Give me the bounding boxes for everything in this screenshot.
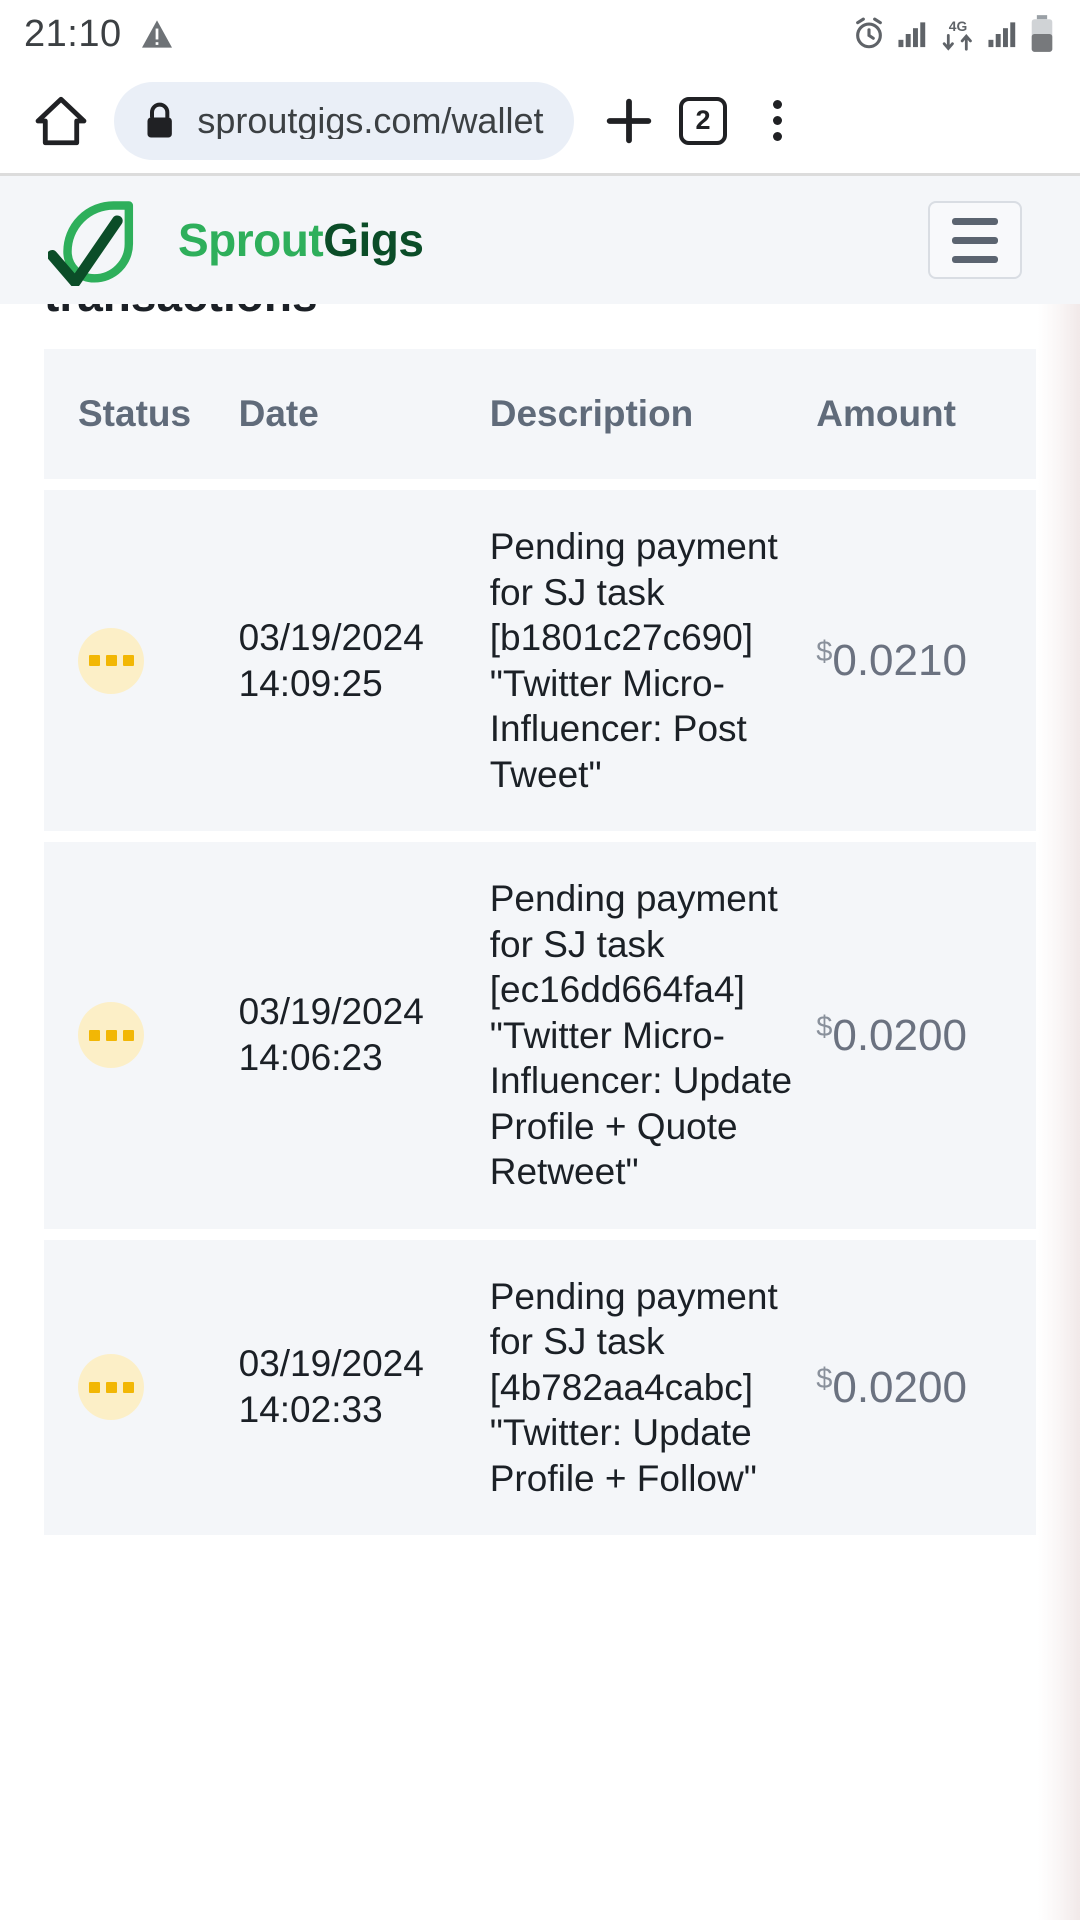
row-date-text: 03/19/2024 14:06:23 — [238, 991, 424, 1079]
site-brand[interactable]: SproutGigs — [48, 194, 424, 286]
4g-data-icon: 4G — [942, 18, 972, 51]
sproutgigs-leaf-check-icon — [48, 201, 134, 286]
row-description-cell: Pending payment for SJ task [b1801c27c69… — [489, 490, 817, 831]
row-amount-text: $0.0200 — [816, 1362, 1036, 1412]
amount-value: 0.0200 — [832, 1010, 967, 1060]
signal-bars-2-icon — [988, 22, 1016, 48]
currency-symbol: $ — [816, 636, 833, 668]
currency-symbol: $ — [816, 1010, 833, 1043]
row-amount-cell: $0.0200 — [816, 842, 1036, 1229]
transactions-heading: transactions — [0, 304, 1080, 338]
row-amount-text: $0.0210 — [816, 638, 1036, 683]
brand-gigs-text: Gigs — [323, 214, 424, 266]
column-header-status[interactable]: Status — [44, 349, 239, 479]
row-description-text: Pending payment for SJ task [b1801c27c69… — [489, 526, 778, 795]
status-bar-right: 4G — [852, 15, 1054, 53]
brand-wordmark: SproutGigs — [178, 214, 424, 266]
row-date-cell: 03/19/2024 14:06:23 — [238, 842, 490, 1229]
row-description-cell: Pending payment for SJ task [ec16dd664fa… — [489, 842, 817, 1229]
android-status-bar: 21:10 4G — [0, 0, 1080, 68]
pending-dots-icon — [78, 1002, 144, 1069]
column-header-amount[interactable]: Amount — [816, 349, 1036, 479]
webpage-viewport: SproutGigs transactions Status Date Desc… — [0, 176, 1080, 1920]
table-body: 03/19/2024 14:09:25 Pending payment for … — [44, 490, 1036, 1535]
mobile-menu-button[interactable] — [928, 201, 1022, 279]
hamburger-icon-bar-3 — [952, 255, 998, 263]
row-status-cell — [44, 490, 239, 831]
pending-dots-icon — [78, 627, 144, 694]
url-text: sproutgigs.com/wallet.p — [197, 102, 544, 139]
svg-text:4G: 4G — [949, 18, 967, 34]
brand-sprout-text: Sprout — [178, 214, 324, 266]
row-status-cell — [44, 842, 239, 1229]
tab-switcher-button[interactable]: 2 — [666, 84, 740, 158]
plus-icon — [606, 98, 652, 143]
table-head: Status Date Description Amount — [44, 349, 1036, 479]
pending-dots-icon — [78, 1354, 144, 1421]
row-description-text: Pending payment for SJ task [ec16dd664fa… — [489, 878, 793, 1192]
overflow-menu-icon — [772, 100, 782, 141]
status-clock: 21:10 — [24, 13, 122, 55]
home-icon — [35, 96, 87, 145]
row-description-text: Pending payment for SJ task [4b782aa4cab… — [489, 1275, 778, 1499]
transactions-table: Status Date Description Amount 03/19/202… — [44, 338, 1036, 1546]
status-bar-left: 21:10 — [24, 15, 174, 53]
hamburger-icon-bar-1 — [952, 217, 998, 225]
new-tab-button[interactable] — [592, 84, 666, 158]
column-header-date[interactable]: Date — [238, 349, 490, 479]
site-header: SproutGigs — [0, 176, 1080, 304]
amount-value: 0.0210 — [832, 636, 967, 685]
amount-value: 0.0200 — [832, 1362, 967, 1412]
browser-menu-button[interactable] — [740, 84, 814, 158]
transactions-heading-text: transactions — [44, 304, 318, 322]
row-status-cell — [44, 1239, 239, 1535]
row-amount-text: $0.0200 — [816, 1010, 1036, 1060]
tab-count-badge: 2 — [679, 96, 727, 145]
row-amount-cell: $0.0210 — [816, 490, 1036, 831]
transactions-table-container: Status Date Description Amount 03/19/202… — [0, 338, 1080, 1546]
warning-triangle-icon — [141, 20, 172, 48]
table-header-row: Status Date Description Amount — [44, 349, 1036, 479]
row-description-cell: Pending payment for SJ task [4b782aa4cab… — [489, 1239, 817, 1535]
battery-icon — [1031, 15, 1053, 52]
signal-bars-icon — [898, 22, 926, 48]
lock-icon — [147, 102, 172, 138]
row-date-cell: 03/19/2024 14:09:25 — [238, 490, 490, 831]
hamburger-icon-bar-2 — [952, 236, 998, 244]
home-button[interactable] — [22, 82, 100, 160]
table-row[interactable]: 03/19/2024 14:09:25 Pending payment for … — [44, 490, 1036, 831]
table-row[interactable]: 03/19/2024 14:02:33 Pending payment for … — [44, 1239, 1036, 1535]
row-date-cell: 03/19/2024 14:02:33 — [238, 1239, 490, 1535]
row-amount-cell: $0.0200 — [816, 1239, 1036, 1535]
alarm-icon — [856, 17, 882, 49]
url-bar[interactable]: sproutgigs.com/wallet.p — [114, 81, 574, 160]
row-date-text: 03/19/2024 14:09:25 — [238, 616, 424, 704]
table-row[interactable]: 03/19/2024 14:06:23 Pending payment for … — [44, 842, 1036, 1229]
column-header-description[interactable]: Description — [489, 349, 817, 479]
row-date-text: 03/19/2024 14:02:33 — [238, 1343, 424, 1431]
browser-toolbar: sproutgigs.com/wallet.p 2 — [0, 68, 1080, 173]
currency-symbol: $ — [816, 1362, 833, 1395]
